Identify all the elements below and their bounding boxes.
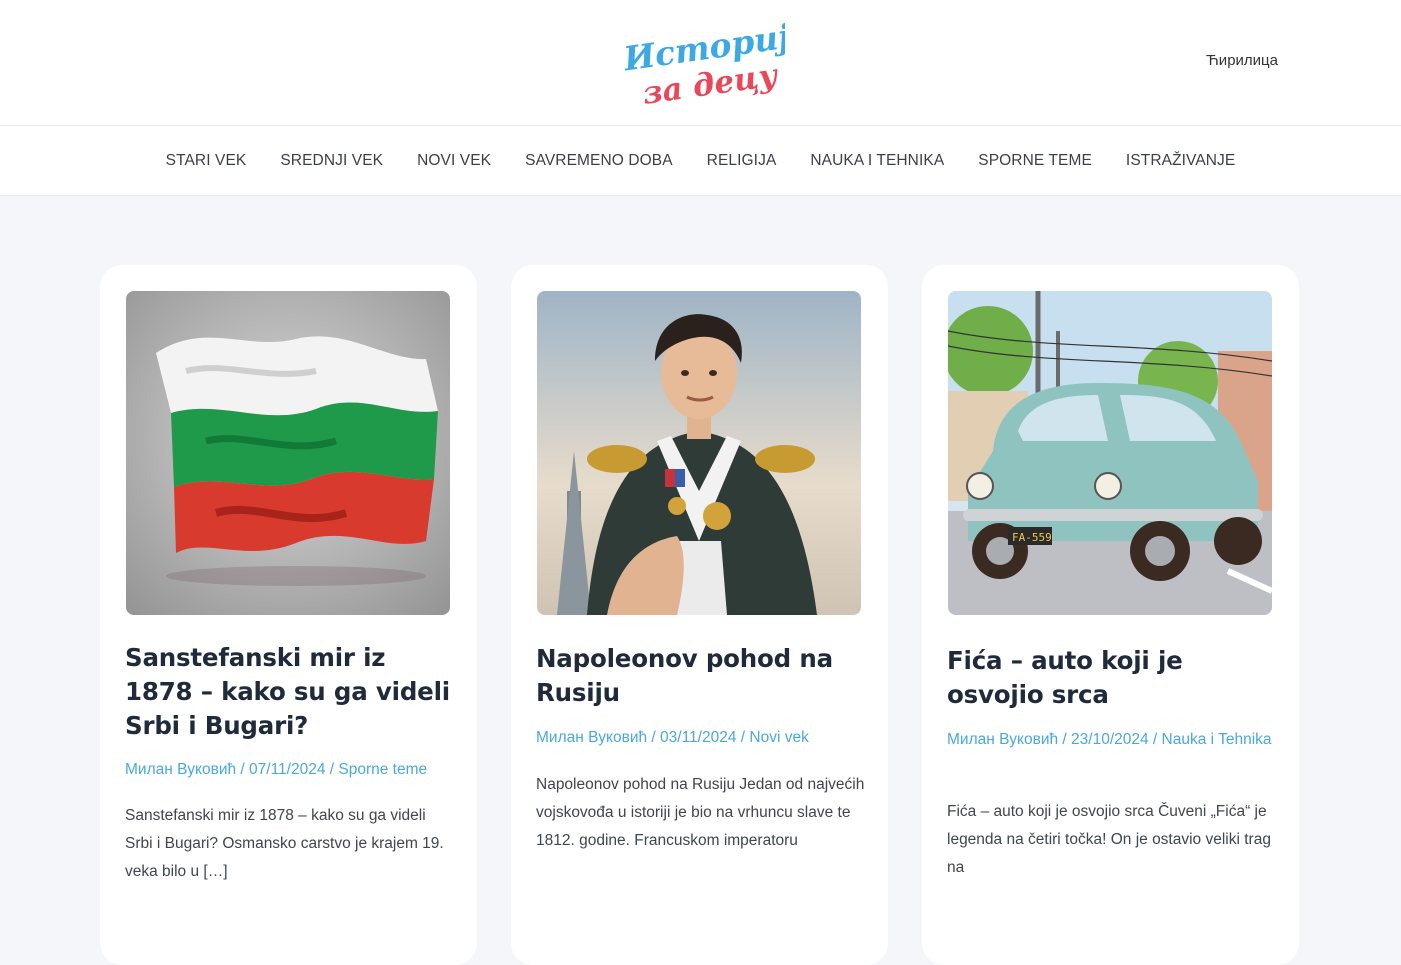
nav-item-savremeno-doba[interactable]: SAVREMENO DOBA [525, 152, 673, 170]
post-date[interactable]: 23/10/2024 [1071, 731, 1149, 748]
bulgarian-flag-image[interactable] [126, 291, 450, 615]
language-toggle[interactable]: Ћирилица [1206, 52, 1278, 69]
fica-car-image[interactable]: FA-559 [948, 291, 1272, 615]
post-excerpt: Napoleonov pohod na Rusiju Jedan od najv… [536, 776, 865, 849]
nav-item-sporne-teme[interactable]: SPORNE TEME [978, 152, 1092, 170]
post-excerpt: Sanstefanski mir iz 1878 – kako su ga vi… [125, 807, 444, 880]
post-category[interactable]: Nauka i Tehnika [1162, 731, 1272, 748]
meta-separator: / [325, 761, 339, 778]
post-category[interactable]: Novi vek [749, 729, 808, 746]
post-author[interactable]: Милан Вуковић [536, 729, 647, 746]
nav-item-srednji-vek[interactable]: SREDNJI VEK [280, 152, 383, 170]
post-date[interactable]: 03/11/2024 [660, 729, 736, 746]
nav-item-istrazivanje[interactable]: ISTRAŽIVANJE [1126, 152, 1235, 170]
post-title[interactable]: Fića – auto koji je osvojio srca [947, 644, 1277, 712]
site-header: Историја за децу Ћирилица [0, 0, 1401, 126]
napoleon-portrait-image[interactable] [537, 291, 861, 615]
post-card: FA-559 Fića – auto koji je osvojio srca … [922, 265, 1299, 965]
site-logo[interactable]: Историја за децу [620, 14, 785, 108]
post-author[interactable]: Милан Вуковић [125, 761, 236, 778]
meta-separator: / [1148, 731, 1162, 748]
post-title[interactable]: Sanstefanski mir iz 1878 – kako su ga vi… [125, 641, 455, 743]
license-plate: FA-559 [1012, 531, 1052, 544]
post-meta: Милан Вуковић / 07/11/2024 / Sporne teme [125, 758, 455, 782]
post-title[interactable]: Napoleonov pohod na Rusiju [536, 642, 866, 710]
nav-item-stari-vek[interactable]: STARI VEK [166, 152, 247, 170]
post-meta: Милан Вуковић / 23/10/2024 / Nauka i Teh… [947, 728, 1277, 752]
meta-separator: / [1058, 731, 1072, 748]
post-date[interactable]: 07/11/2024 [249, 761, 325, 778]
post-author[interactable]: Милан Вуковић [947, 731, 1058, 748]
nav-item-novi-vek[interactable]: NOVI VEK [417, 152, 491, 170]
post-meta: Милан Вуковић / 03/11/2024 / Novi vek [536, 726, 866, 750]
nav-item-nauka-i-tehnika[interactable]: NAUKA I TEHNIKA [810, 152, 944, 170]
post-card: Sanstefanski mir iz 1878 – kako su ga vi… [100, 265, 477, 965]
meta-separator: / [736, 729, 750, 746]
post-category[interactable]: Sporne teme [338, 761, 427, 778]
meta-separator: / [236, 761, 250, 778]
post-card: Napoleonov pohod na Rusiju Милан Вуковић… [511, 265, 888, 965]
main-nav: STARI VEK SREDNJI VEK NOVI VEK SAVREMENO… [0, 126, 1401, 196]
nav-item-religija[interactable]: RELIGIJA [707, 152, 777, 170]
meta-separator: / [647, 729, 661, 746]
post-excerpt: Fića – auto koji je osvojio srca Čuveni … [947, 803, 1271, 876]
